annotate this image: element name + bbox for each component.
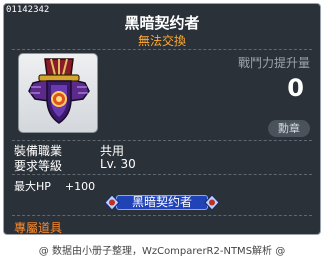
divider — [12, 174, 312, 175]
item-name: 黑暗契约者 — [124, 14, 200, 32]
exclusive-item-label: 專屬道具 — [14, 221, 63, 235]
combat-power-value: 0 — [287, 74, 304, 102]
divider — [12, 140, 312, 141]
divider — [12, 215, 312, 216]
level-row: 要求等級 Lv. 30 — [14, 157, 136, 174]
medal-icon — [28, 58, 90, 124]
item-icon-frame — [18, 53, 98, 133]
medal-button[interactable]: 勳章 — [268, 120, 310, 137]
stat-label: 最大HP — [14, 180, 51, 193]
job-label: 裝備職業 — [14, 144, 63, 158]
stat-row: 最大HP +100 — [14, 178, 95, 194]
divider — [12, 49, 312, 50]
footer-credit: @ 数据由小册子整理，WzComparerR2-NTMS解析 @ — [38, 246, 286, 257]
trade-status: 無法交換 — [137, 34, 186, 48]
level-label: 要求等級 — [14, 159, 63, 173]
combat-power-label: 戰鬥力提升量 — [237, 56, 310, 70]
set-badge-label: 黑暗契约者 — [131, 195, 192, 209]
stat-value: +100 — [64, 180, 96, 193]
set-badge: 黑暗契约者 — [104, 194, 220, 211]
item-tooltip: 01142342 黑暗契约者 無法交換 戰鬥力提升量 0 勳章 裝備職業 共用 — [3, 3, 321, 235]
level-value: Lv. 30 — [100, 157, 136, 171]
